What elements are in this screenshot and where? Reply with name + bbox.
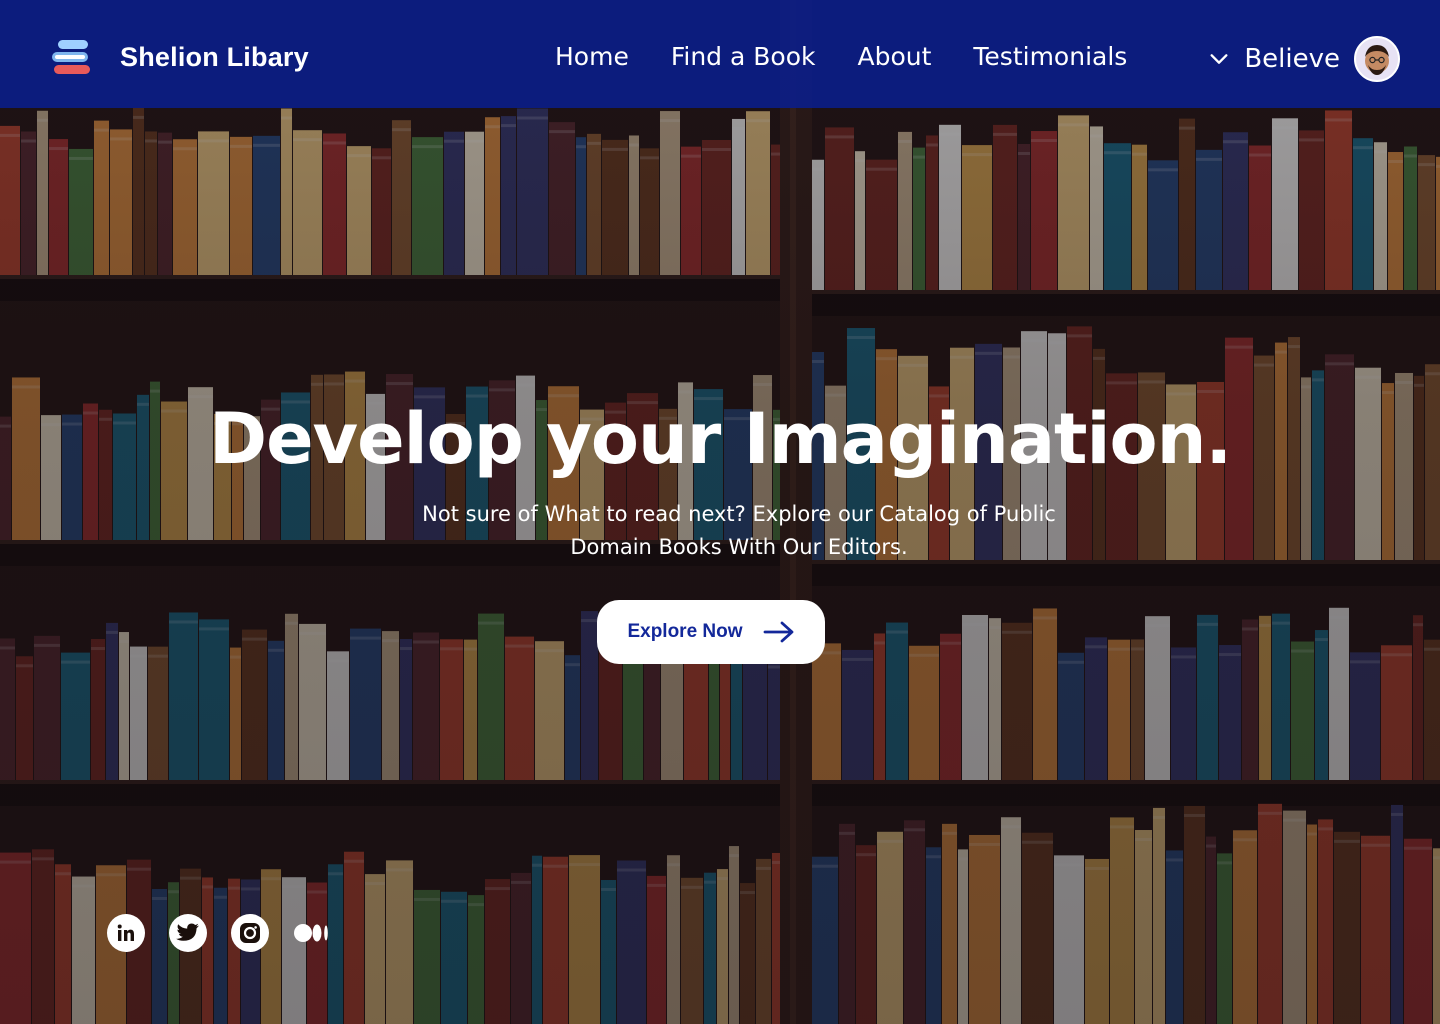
top-navigation-bar: Shelion Libary Home Find a Book About Te… xyxy=(0,0,1440,108)
chevron-down-icon[interactable] xyxy=(1208,48,1230,70)
linkedin-icon[interactable] xyxy=(107,914,145,952)
nav-item-about[interactable]: About xyxy=(857,42,931,71)
hero-title: Develop your Imagination. xyxy=(208,398,1232,480)
user-name: Believe xyxy=(1244,44,1340,74)
avatar-icon[interactable] xyxy=(1354,36,1400,82)
nav-item-testimonials[interactable]: Testimonials xyxy=(973,42,1127,71)
explore-now-button[interactable]: Explore Now xyxy=(597,600,825,664)
brand[interactable]: Shelion Libary xyxy=(52,38,309,76)
instagram-icon[interactable] xyxy=(231,914,269,952)
brand-name: Shelion Libary xyxy=(120,41,309,72)
books-logo-icon xyxy=(52,38,92,76)
arrow-right-icon xyxy=(763,621,793,643)
twitter-icon[interactable] xyxy=(169,914,207,952)
nav-item-find-a-book[interactable]: Find a Book xyxy=(671,42,816,71)
social-links xyxy=(107,914,331,952)
user-menu[interactable]: Believe xyxy=(1208,36,1400,82)
explore-now-label: Explore Now xyxy=(627,621,743,642)
medium-icon[interactable] xyxy=(293,914,331,952)
main-nav: Home Find a Book About Testimonials xyxy=(555,42,1169,71)
hero-subtitle: Not sure of What to read next? Explore o… xyxy=(422,502,1056,559)
nav-item-home[interactable]: Home xyxy=(555,42,629,71)
